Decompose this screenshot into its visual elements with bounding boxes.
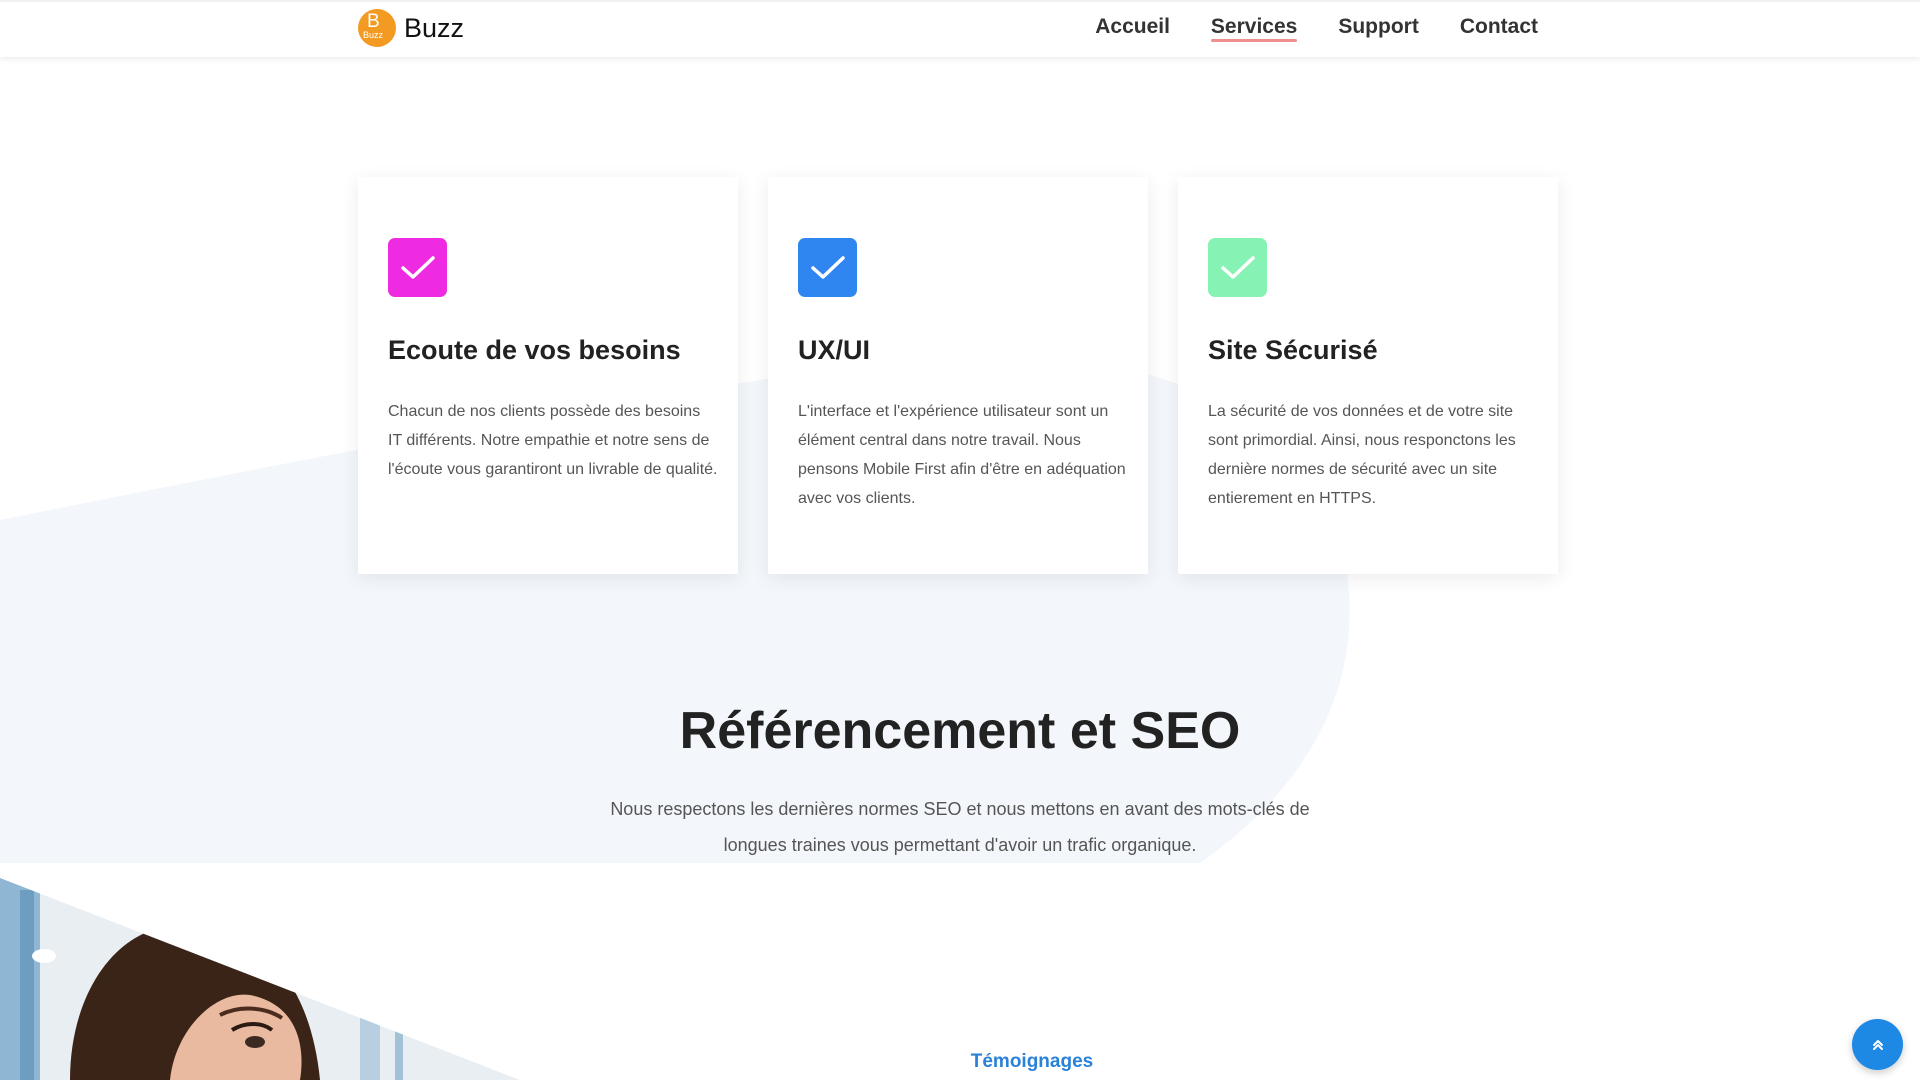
card-text: Chacun de nos clients possède des besoin… [388, 403, 718, 478]
main-nav: Accueil Services Support Contact [1095, 15, 1538, 42]
logo-small-text: Buzz [363, 30, 384, 40]
buzz-logo-icon: B Buzz [358, 9, 396, 47]
check-icon [388, 238, 447, 297]
card-title: Site Sécurisé [1208, 335, 1378, 365]
service-card-ecoute: Ecoute de vos besoins Chacun de nos clie… [358, 177, 738, 574]
card-title: UX/UI [798, 335, 871, 365]
nav-link-support[interactable]: Support [1338, 15, 1418, 39]
scroll-to-top-button[interactable] [1852, 1019, 1903, 1070]
header-top-border [0, 0, 1920, 2]
service-card-securise: Site Sécurisé La sécurité de vos données… [1178, 177, 1558, 574]
nav-link-contact[interactable]: Contact [1460, 15, 1538, 39]
check-icon [1208, 238, 1267, 297]
service-card-uxui: UX/UI L'interface et l'expérience utilis… [768, 177, 1148, 574]
testimonials-label: Témoignages [970, 1051, 1094, 1072]
card-title: Ecoute de vos besoins [388, 335, 681, 365]
card-text: La sécurité de vos données et de votre s… [1208, 403, 1516, 507]
seo-section-title: Référencement et SEO [679, 702, 1241, 760]
nav-link-services[interactable]: Services [1210, 15, 1298, 42]
team-photo-image [0, 878, 520, 1080]
brand-name: Buzz [404, 12, 465, 43]
nav-link-accueil[interactable]: Accueil [1095, 15, 1170, 39]
brand-logo-link[interactable]: B Buzz Buzz [358, 9, 464, 47]
check-icon [798, 238, 857, 297]
double-chevron-up-icon [1872, 1039, 1883, 1050]
card-text: L'interface et l'expérience utilisateur … [798, 403, 1126, 507]
seo-section-text: Nous respectons les dernières normes SEO… [610, 799, 1310, 855]
site-header: B Buzz Buzz Accueil Services Support Con… [0, 0, 1920, 57]
